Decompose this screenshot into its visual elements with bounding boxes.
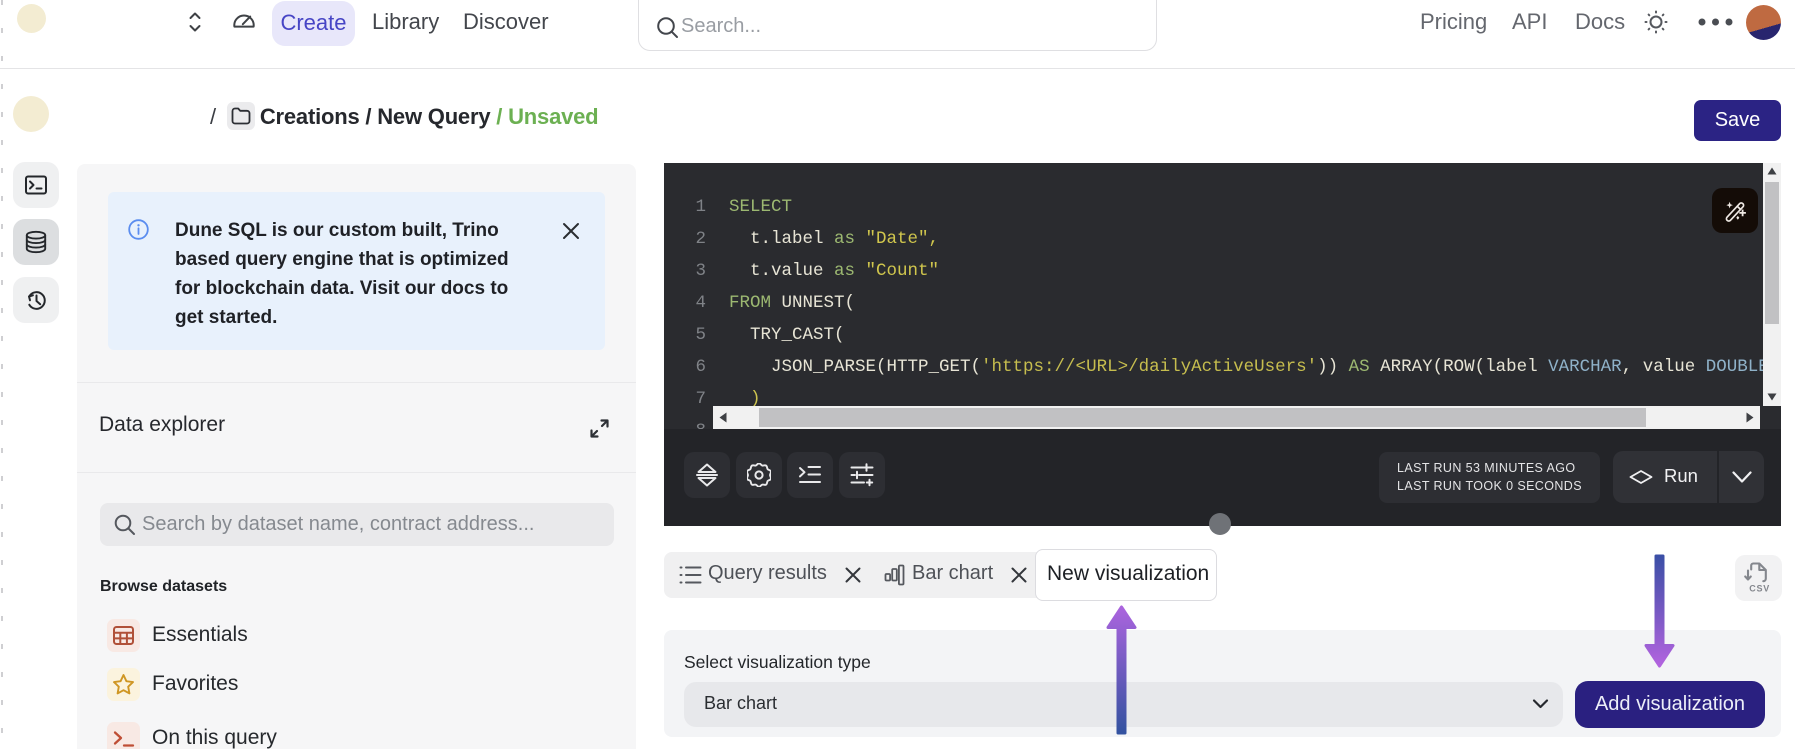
- svg-text:CSV: CSV: [1749, 584, 1770, 594]
